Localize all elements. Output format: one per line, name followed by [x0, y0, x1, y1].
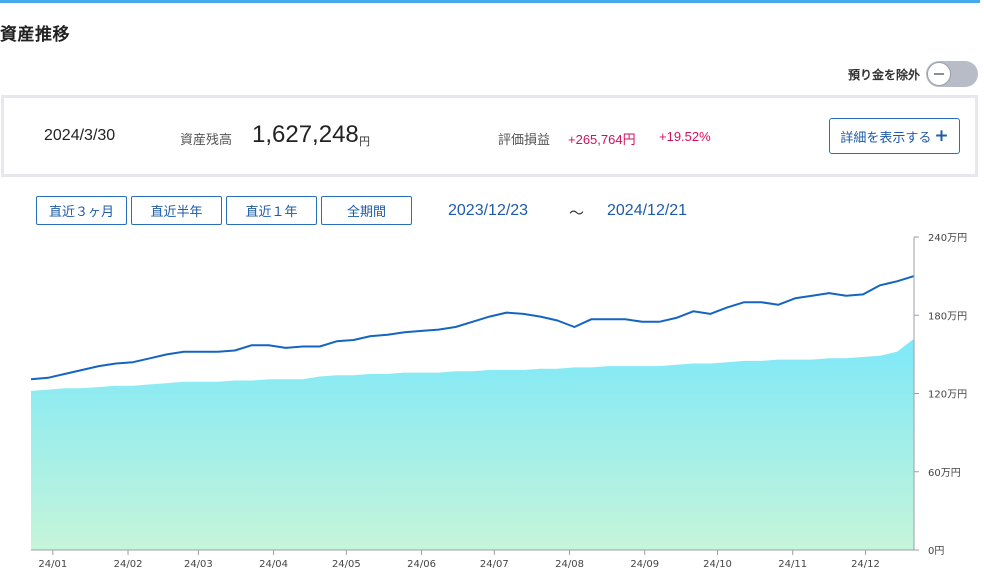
- exclude-deposit-toggle-row: 預り金を除外: [848, 61, 978, 87]
- balance-unit: 円: [359, 135, 370, 148]
- range-all-button[interactable]: 全期間: [321, 196, 412, 225]
- profit-loss-label: 評価損益: [498, 133, 551, 148]
- date-range-from[interactable]: 2023/12/23: [448, 202, 528, 220]
- top-accent-bar: [0, 0, 980, 3]
- page-title: 資産推移: [0, 25, 70, 45]
- asset-history-chart: 0円 60万円 120万円 180万円 240万円 24/01 24/02 24/03 24/0…: [0, 230, 984, 588]
- y-tick-label: 240万円: [928, 233, 967, 244]
- x-tick-label: 24/05: [332, 559, 361, 570]
- profit-loss-percent: +19.52%: [659, 129, 711, 144]
- show-detail-button[interactable]: 詳細を表示する +: [829, 118, 960, 154]
- asset-chart-svg: 0円 60万円 120万円 180万円 240万円 24/01 24/02 24/03 24/0…: [30, 233, 967, 570]
- range-3-months-button[interactable]: 直近３ヶ月: [36, 196, 127, 225]
- profit-loss-value: +265,764円: [568, 132, 636, 147]
- x-tick-label: 24/02: [114, 559, 143, 570]
- x-tick-label: 24/07: [480, 559, 509, 570]
- x-tick-label: 24/11: [778, 559, 807, 570]
- x-tick-label: 24/04: [259, 559, 288, 570]
- x-tick-label: 24/12: [851, 559, 880, 570]
- plus-icon: +: [934, 125, 949, 146]
- x-tick-label: 24/03: [184, 559, 213, 570]
- x-tick-label: 24/10: [703, 559, 732, 570]
- balance-value: 1,627,248: [252, 121, 359, 148]
- asset-summary-panel: 2024/3/30 資産残高 1,627,248 円 評価損益 +265,764…: [1, 95, 978, 177]
- range-1-year-button[interactable]: 直近１年: [226, 196, 317, 225]
- y-tick-label: 0円: [928, 546, 944, 557]
- summary-date: 2024/3/30: [44, 127, 116, 144]
- deposit-area: [31, 338, 914, 550]
- range-half-year-button[interactable]: 直近半年: [131, 196, 222, 225]
- y-tick-label: 60万円: [928, 468, 961, 479]
- date-range-to[interactable]: 2024/12/21: [607, 202, 687, 220]
- date-range-separator: ～: [569, 204, 585, 222]
- y-tick-label: 120万円: [928, 390, 967, 401]
- x-tick-label: 24/06: [407, 559, 436, 570]
- x-tick-label: 24/09: [630, 559, 659, 570]
- exclude-deposit-toggle[interactable]: [926, 61, 978, 87]
- y-tick-label: 180万円: [928, 311, 967, 322]
- balance-label: 資産残高: [180, 133, 233, 148]
- x-tick-label: 24/01: [38, 559, 67, 570]
- x-tick-label: 24/08: [555, 559, 584, 570]
- toggle-knob-minus-icon: [927, 62, 951, 86]
- exclude-deposit-label: 預り金を除外: [847, 67, 920, 82]
- show-detail-label: 詳細を表示する: [840, 130, 932, 146]
